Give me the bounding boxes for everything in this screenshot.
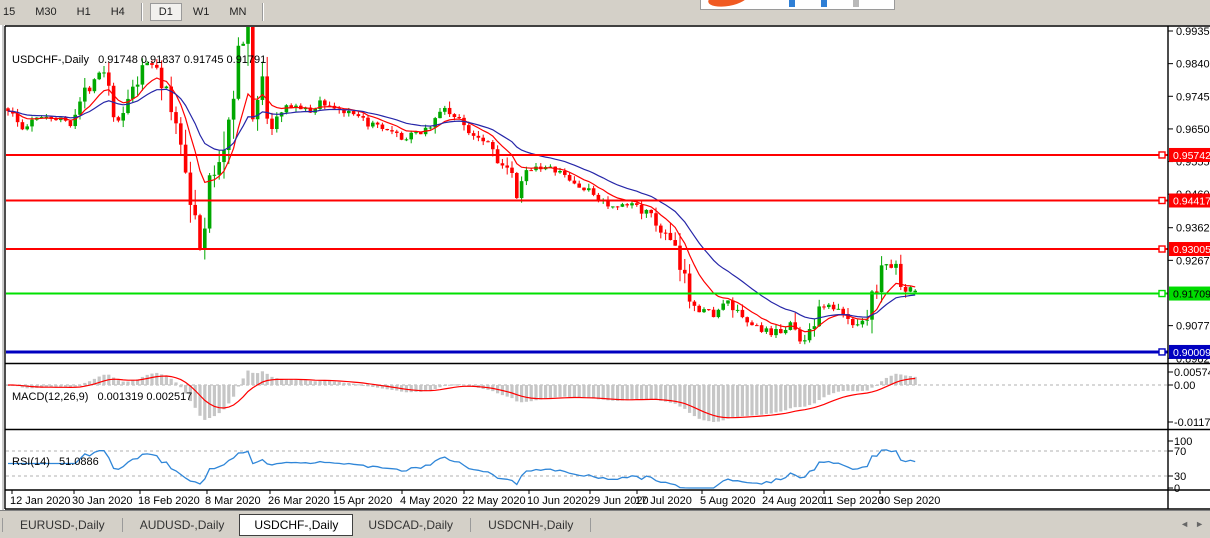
tab-scroll-left-icon[interactable]: ◄ bbox=[1180, 517, 1189, 531]
tab-scroll-right-icon[interactable]: ► bbox=[1195, 517, 1204, 531]
tab-audusd[interactable]: AUDUSD-,Daily bbox=[125, 515, 240, 535]
timeframe-toolbar: 15M30H1H4 D1W1MN bbox=[0, 0, 1210, 24]
rsi-indicator-name: RSI(14) bbox=[12, 456, 50, 468]
date-tick-label: 4 May 2020 bbox=[400, 495, 457, 507]
price-badge-label: 0.91709 bbox=[1173, 289, 1210, 301]
price-tick-label: 0.97450 bbox=[1176, 91, 1210, 103]
timeframe-button-W1[interactable]: W1 bbox=[184, 3, 219, 21]
chart-ohlc-readout: 0.91748 0.91837 0.91745 0.91791 bbox=[98, 54, 266, 66]
date-tick-label: 30 Jan 2020 bbox=[72, 495, 133, 507]
date-tick-label: 15 Apr 2020 bbox=[333, 495, 392, 507]
date-tick-label: 18 Feb 2020 bbox=[138, 495, 200, 507]
timeframe-button-H1[interactable]: H1 bbox=[68, 3, 100, 21]
chart-title: USDCHF-,Daily 0.91748 0.91837 0.91745 0.… bbox=[12, 54, 266, 66]
rsi-label: RSI(14) 51.0886 bbox=[12, 456, 99, 468]
tab-separator bbox=[2, 518, 3, 532]
hline-handle[interactable] bbox=[1159, 197, 1165, 203]
toolbar-separator bbox=[262, 3, 264, 21]
price-badge-label: 0.94417 bbox=[1173, 195, 1210, 207]
price-badge-label: 0.95742 bbox=[1173, 150, 1210, 162]
tab-separator bbox=[470, 518, 471, 532]
date-tick-label: 26 Mar 2020 bbox=[268, 495, 330, 507]
macd-values: 0.001319 0.002517 bbox=[97, 391, 192, 403]
tab-usdcnh[interactable]: USDCNH-,Daily bbox=[473, 515, 588, 535]
timeframe-button-H4[interactable]: H4 bbox=[102, 3, 134, 21]
macd-indicator-name: MACD(12,26,9) bbox=[12, 391, 88, 403]
price-tick-label: 0.92675 bbox=[1176, 255, 1210, 267]
tab-eurusd[interactable]: EURUSD-,Daily bbox=[5, 515, 120, 535]
price-tick-label: 0.98400 bbox=[1176, 59, 1210, 71]
tab-usdcad[interactable]: USDCAD-,Daily bbox=[353, 515, 468, 535]
chart-window: 0.993500.984000.974500.965000.955500.946… bbox=[0, 25, 1210, 510]
date-tick-label: 24 Aug 2020 bbox=[762, 495, 824, 507]
date-tick-label: 30 Sep 2020 bbox=[878, 495, 940, 507]
partial-glyph bbox=[853, 0, 859, 7]
tab-scroll-buttons: ◄ ► bbox=[1180, 517, 1204, 531]
hline-handle[interactable] bbox=[1159, 291, 1165, 297]
rsi-tick-label: 0 bbox=[1174, 483, 1180, 495]
date-tick-label: 12 Jan 2020 bbox=[10, 495, 71, 507]
date-tick-label: 17 Jul 2020 bbox=[635, 495, 692, 507]
tab-separator bbox=[122, 518, 123, 532]
tab-separator bbox=[590, 518, 591, 532]
date-tick-label: 11 Sep 2020 bbox=[822, 495, 884, 507]
chart-symbol-period: USDCHF-,Daily bbox=[12, 54, 89, 66]
date-tick-label: 5 Aug 2020 bbox=[700, 495, 756, 507]
price-tick-label: 0.96500 bbox=[1176, 124, 1210, 136]
toolbar-separator bbox=[141, 3, 143, 21]
date-tick-label: 22 May 2020 bbox=[462, 495, 526, 507]
price-tick-label: 0.93625 bbox=[1176, 223, 1210, 235]
rsi-tick-label: 30 bbox=[1174, 471, 1186, 483]
partial-logo bbox=[707, 0, 749, 9]
timeframe-button-MN[interactable]: MN bbox=[220, 3, 255, 21]
rsi-tick-label: 70 bbox=[1174, 446, 1186, 458]
chart-bg bbox=[0, 25, 1210, 510]
rsi-value: 51.0886 bbox=[59, 456, 99, 468]
hline-handle[interactable] bbox=[1159, 349, 1165, 355]
background-window-fragment bbox=[700, 0, 895, 10]
partial-glyph bbox=[789, 0, 795, 7]
date-tick-label: 8 Mar 2020 bbox=[205, 495, 261, 507]
date-tick-label: 10 Jun 2020 bbox=[527, 495, 588, 507]
timeframe-button-15[interactable]: 15 bbox=[0, 3, 24, 21]
partial-glyph bbox=[821, 0, 827, 7]
macd-label: MACD(12,26,9) 0.001319 0.002517 bbox=[12, 391, 192, 403]
macd-tick-label: -0.011738 bbox=[1174, 417, 1210, 429]
hline-handle[interactable] bbox=[1159, 152, 1165, 158]
chart-tabbar: EURUSD-,DailyAUDUSD-,DailyUSDCHF-,DailyU… bbox=[0, 510, 1210, 538]
price-badge-label: 0.90009 bbox=[1173, 347, 1210, 359]
price-chart-canvas[interactable]: 0.993500.984000.974500.965000.955500.946… bbox=[0, 25, 1210, 510]
timeframe-button-M30[interactable]: M30 bbox=[26, 3, 65, 21]
hline-handle[interactable] bbox=[1159, 246, 1165, 252]
timeframe-button-D1[interactable]: D1 bbox=[150, 3, 182, 21]
tab-usdchf[interactable]: USDCHF-,Daily bbox=[239, 514, 353, 536]
price-tick-label: 0.99350 bbox=[1176, 26, 1210, 38]
macd-tick-label: 0.00 bbox=[1174, 380, 1195, 392]
price-badge-label: 0.93005 bbox=[1173, 244, 1210, 256]
price-tick-label: 0.90775 bbox=[1176, 321, 1210, 333]
macd-tick-label: 0.005744 bbox=[1174, 367, 1210, 379]
